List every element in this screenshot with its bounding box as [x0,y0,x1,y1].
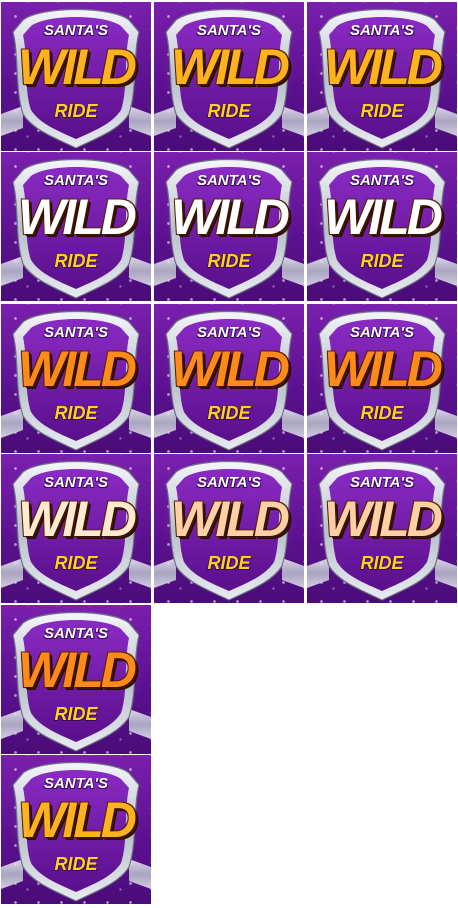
logo-wild-text: WILD [324,189,443,245]
logo-santas-text: SANTA'S [196,474,262,491]
logo-ride-text: RIDE [54,101,98,121]
logo-santas-text: SANTA'S [43,474,109,491]
logo-frame: SANTA'S WILD RIDE [307,2,457,151]
logo-ride-text: RIDE [360,251,404,271]
logo-wild-text: WILD [171,491,290,547]
logo-santas-text: SANTA'S [349,474,415,491]
logo-wild-text: WILD [171,39,290,95]
logo-frame: SANTA'S WILD RIDE [1,152,151,301]
logo-santas-text: SANTA'S [196,172,262,189]
logo-ride-text: RIDE [54,704,98,724]
logo-santas-text: SANTA'S [349,324,415,341]
logo-santas-text: SANTA'S [43,775,109,792]
logo-frame: SANTA'S WILD RIDE [154,304,304,453]
logo-ride-text: RIDE [207,251,251,271]
logo-wild-text: WILD [18,189,137,245]
logo-santas-text: SANTA'S [43,625,109,642]
logo-wild-text: WILD [18,792,137,848]
logo-ride-text: RIDE [207,403,251,423]
logo-wild-text: WILD [324,39,443,95]
logo-ride-text: RIDE [360,403,404,423]
logo-wild-text: WILD [324,341,443,397]
logo-frame: SANTA'S WILD RIDE [307,152,457,301]
logo-santas-text: SANTA'S [349,22,415,39]
logo-frame: SANTA'S WILD RIDE [1,2,151,151]
logo-ride-text: RIDE [54,251,98,271]
logo-frame: SANTA'S WILD RIDE [307,454,457,603]
logo-frame: SANTA'S WILD RIDE [1,755,151,904]
logo-frame: SANTA'S WILD RIDE [154,454,304,603]
logo-santas-text: SANTA'S [43,172,109,189]
logo-santas-text: SANTA'S [196,324,262,341]
logo-ride-text: RIDE [54,553,98,573]
logo-wild-text: WILD [324,491,443,547]
logo-wild-text: WILD [18,491,137,547]
logo-wild-text: WILD [18,39,137,95]
logo-wild-text: WILD [18,642,137,698]
logo-frame: SANTA'S WILD RIDE [1,304,151,453]
logo-santas-text: SANTA'S [349,172,415,189]
logo-ride-text: RIDE [207,101,251,121]
logo-frame: SANTA'S WILD RIDE [307,304,457,453]
logo-frame: SANTA'S WILD RIDE [1,605,151,754]
logo-wild-text: WILD [171,341,290,397]
logo-wild-text: WILD [18,341,137,397]
logo-santas-text: SANTA'S [43,324,109,341]
logo-ride-text: RIDE [54,403,98,423]
logo-ride-text: RIDE [360,101,404,121]
logo-santas-text: SANTA'S [196,22,262,39]
logo-ride-text: RIDE [207,553,251,573]
logo-ride-text: RIDE [360,553,404,573]
logo-ride-text: RIDE [54,854,98,874]
logo-santas-text: SANTA'S [43,22,109,39]
logo-frame: SANTA'S WILD RIDE [154,2,304,151]
logo-frame: SANTA'S WILD RIDE [1,454,151,603]
logo-frame: SANTA'S WILD RIDE [154,152,304,301]
logo-wild-text: WILD [171,189,290,245]
sprite-sheet: SANTA'S WILD RIDE SANTA'S WILD RIDE SANT… [0,0,458,908]
